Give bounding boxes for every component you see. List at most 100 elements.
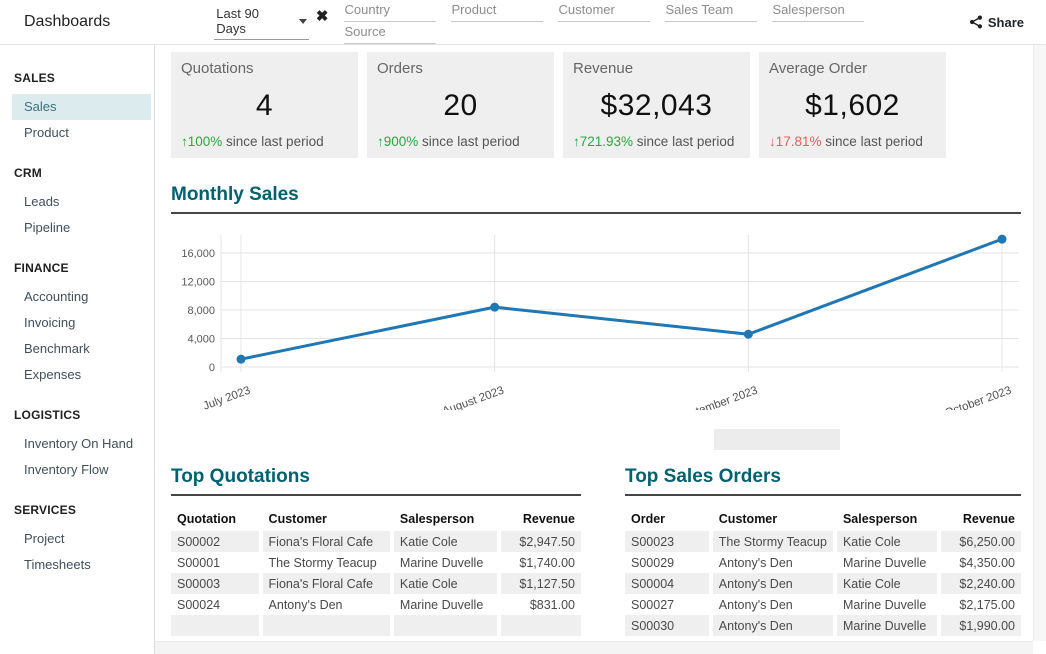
svg-text:16,000: 16,000: [181, 248, 215, 260]
app-title: Dashboards: [24, 13, 110, 31]
record-link[interactable]: S00024: [171, 594, 259, 615]
sidebar-item-expenses[interactable]: Expenses: [12, 362, 151, 388]
table-cell: Antony's Den: [713, 573, 833, 594]
filter-input-salesperson[interactable]: [772, 0, 864, 22]
sidebar-item-timesheets[interactable]: Timesheets: [12, 552, 151, 578]
top-bar: Dashboards Last 90 Days ✖ Share: [0, 0, 1046, 45]
kpi-delta: ↑900% since last period: [377, 134, 544, 149]
table-cell: Antony's Den: [713, 552, 833, 573]
sidebar-section-finance: FINANCE AccountingInvoicingBenchmarkExpen…: [0, 261, 154, 388]
share-icon: [969, 15, 983, 29]
table-cell: $2,947.50: [501, 531, 581, 552]
table-cell: Marine Duvelle: [394, 594, 497, 615]
svg-text:8,000: 8,000: [187, 305, 215, 317]
sidebar-item-project[interactable]: Project: [12, 526, 151, 552]
table-row: S00024Antony's DenMarine Duvelle$831.00: [171, 594, 581, 615]
record-link[interactable]: S00030: [625, 615, 709, 636]
sidebar-item-invoicing[interactable]: Invoicing: [12, 310, 151, 336]
record-link[interactable]: S00001: [171, 552, 259, 573]
record-link[interactable]: S00023: [625, 531, 709, 552]
column-header-customer: Customer: [713, 508, 833, 531]
table-cell: Marine Duvelle: [837, 615, 937, 636]
table-cell: Fiona's Floral Cafe: [263, 573, 390, 594]
table-cell: Katie Cole: [837, 573, 937, 594]
table-cell: $2,240.00: [941, 573, 1021, 594]
arrow-up-icon: ↑: [377, 134, 384, 149]
sidebar-item-accounting[interactable]: Accounting: [12, 284, 151, 310]
monthly-sales-chart: 04,0008,00012,00016,000July 2023August 2…: [171, 222, 1021, 415]
table-row: S00023The Stormy TeacupKatie Cole$6,250.…: [625, 531, 1021, 552]
sidebar-item-inventory-flow[interactable]: Inventory Flow: [12, 457, 151, 483]
table-cell: Antony's Den: [713, 615, 833, 636]
clear-filter-icon[interactable]: ✖: [316, 12, 329, 22]
table-row: S00029Antony's DenMarine Duvelle$4,350.0…: [625, 552, 1021, 573]
kpi-delta: ↑100% since last period: [181, 134, 348, 149]
sidebar: SALESSalesProduct CRMLeadsPipeline FINANCE…: [0, 45, 155, 654]
kpi-delta-suffix: since last period: [418, 134, 519, 149]
table-cell: $831.00: [501, 594, 581, 615]
sidebar-item-inventory-on-hand[interactable]: Inventory On Hand: [12, 431, 151, 457]
table-cell: $1,127.50: [501, 573, 581, 594]
column-header-customer: Customer: [263, 508, 390, 531]
sidebar-item-product[interactable]: Product: [12, 120, 151, 146]
horizontal-scrollbar[interactable]: [155, 641, 1033, 654]
table-row: S00002Fiona's Floral CafeKatie Cole$2,94…: [171, 531, 581, 552]
chevron-down-icon: [299, 19, 307, 24]
table-cell: Katie Cole: [394, 573, 497, 594]
chart-hscroll-thumb[interactable]: [714, 429, 840, 450]
table-row: S00003Fiona's Floral CafeKatie Cole$1,12…: [171, 573, 581, 594]
kpi-delta-percent: 17.81%: [776, 134, 822, 149]
sidebar-item-benchmark[interactable]: Benchmark: [12, 336, 151, 362]
filter-input-customer[interactable]: [558, 0, 650, 22]
top-sales-orders-title: Top Sales Orders: [625, 466, 1021, 496]
record-link[interactable]: S00003: [171, 573, 259, 594]
tables-row: Top Quotations QuotationCustomerSalesper…: [171, 466, 1046, 654]
filter-inputs: [329, 0, 969, 44]
filter-input-product[interactable]: [451, 0, 543, 22]
share-label: Share: [988, 15, 1024, 30]
monthly-sales-section: Monthly Sales 04,0008,00012,00016,000Jul…: [171, 184, 1021, 450]
sidebar-section-sales: SALESSalesProduct: [0, 71, 154, 146]
vertical-scrollbar[interactable]: [1033, 45, 1046, 641]
filter-input-source[interactable]: [344, 22, 436, 44]
filter-input-country[interactable]: [344, 0, 436, 22]
svg-text:12,000: 12,000: [181, 277, 215, 289]
kpi-delta-percent: 100%: [188, 134, 223, 149]
arrow-down-icon: ↓: [769, 134, 776, 149]
sidebar-section-title: SERVICES: [14, 503, 154, 517]
table-cell: Antony's Den: [263, 594, 390, 615]
main-area: Quotations4↑100% since last periodOrders…: [155, 45, 1046, 654]
top-quotations-table: QuotationCustomerSalespersonRevenueS0000…: [167, 508, 585, 636]
kpi-value: 4: [181, 89, 348, 123]
share-button[interactable]: Share: [969, 15, 1024, 30]
table-cell: Marine Duvelle: [394, 552, 497, 573]
kpi-title: Revenue: [573, 60, 740, 77]
sidebar-item-leads[interactable]: Leads: [12, 189, 151, 215]
sidebar-item-sales[interactable]: Sales: [12, 94, 151, 120]
filter-input-sales-team[interactable]: [665, 0, 757, 22]
kpi-card-revenue: Revenue$32,043↑721.93% since last period: [563, 52, 750, 158]
kpi-row: Quotations4↑100% since last periodOrders…: [171, 52, 1046, 158]
table-header-row: QuotationCustomerSalespersonRevenue: [171, 508, 581, 531]
record-link[interactable]: S00027: [625, 594, 709, 615]
top-quotations-title: Top Quotations: [171, 466, 581, 496]
kpi-delta-suffix: since last period: [222, 134, 323, 149]
svg-text:September 2023: September 2023: [675, 385, 759, 410]
sidebar-section-crm: CRMLeadsPipeline: [0, 166, 154, 241]
record-link[interactable]: S00002: [171, 531, 259, 552]
sidebar-section-title: LOGISTICS: [14, 408, 154, 422]
arrow-up-icon: ↑: [181, 134, 188, 149]
column-header-salesperson: Salesperson: [837, 508, 937, 531]
table-cell: Katie Cole: [394, 531, 497, 552]
sidebar-section-title: FINANCE: [14, 261, 154, 275]
time-filter-dropdown[interactable]: Last 90 Days: [214, 4, 309, 40]
kpi-delta-suffix: since last period: [822, 134, 923, 149]
kpi-value: $32,043: [573, 89, 740, 123]
kpi-value: $1,602: [769, 89, 936, 123]
table-cell: The Stormy Teacup: [713, 531, 833, 552]
sidebar-item-pipeline[interactable]: Pipeline: [12, 215, 151, 241]
sidebar-section-services: SERVICES ProjectTimesheets: [0, 503, 154, 578]
table-row: S00027Antony's DenMarine Duvelle$2,175.0…: [625, 594, 1021, 615]
record-link[interactable]: S00029: [625, 552, 709, 573]
record-link[interactable]: S00004: [625, 573, 709, 594]
